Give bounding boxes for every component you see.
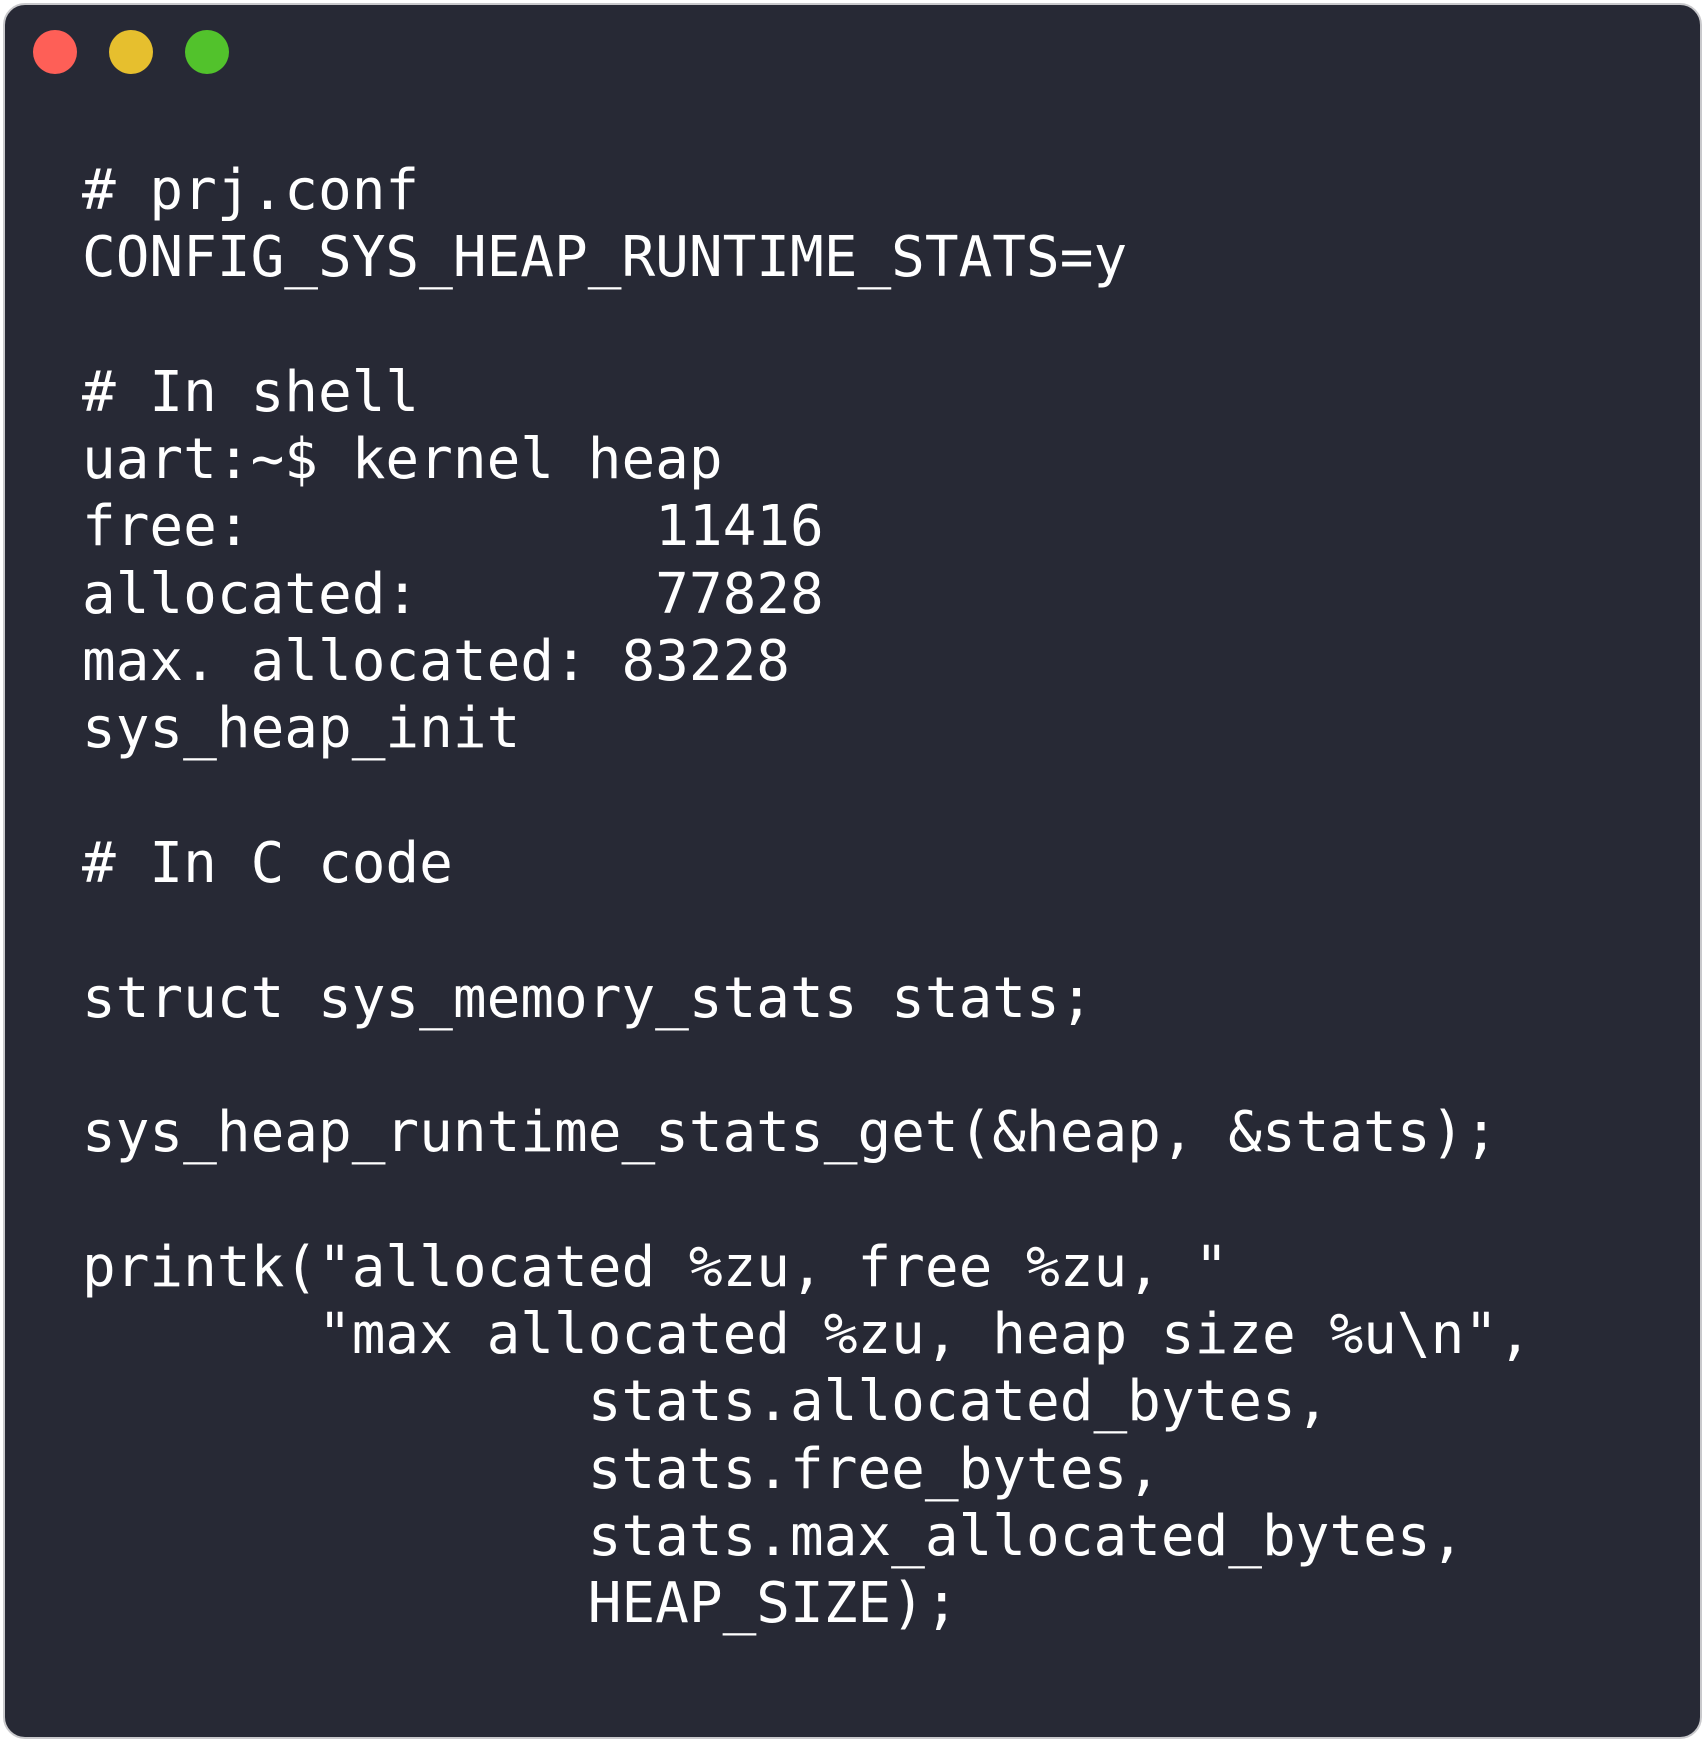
code-line: stats.free_bytes, (82, 1436, 1161, 1502)
close-dot-icon[interactable] (33, 30, 77, 74)
maximize-dot-icon[interactable] (185, 30, 229, 74)
code-line: CONFIG_SYS_HEAP_RUNTIME_STATS=y (82, 225, 1128, 291)
code-block: # prj.conf CONFIG_SYS_HEAP_RUNTIME_STATS=… (82, 157, 1532, 1638)
code-line: "max allocated %zu, heap size %u\n", (82, 1302, 1532, 1368)
code-line: # In C code (82, 830, 453, 896)
minimize-dot-icon[interactable] (109, 30, 153, 74)
code-line: stats.max_allocated_bytes, (82, 1503, 1465, 1569)
code-line: struct sys_memory_stats stats; (82, 965, 1094, 1031)
window-controls (33, 30, 229, 74)
code-line: free: 11416 (82, 494, 824, 560)
code-line: sys_heap_runtime_stats_get(&heap, &stats… (82, 1100, 1499, 1166)
code-line: # In shell (82, 359, 420, 425)
code-line: HEAP_SIZE); (82, 1571, 959, 1637)
code-line: uart:~$ kernel heap (82, 427, 723, 493)
code-line: # prj.conf (82, 158, 420, 223)
code-line: stats.allocated_bytes, (82, 1369, 1330, 1435)
code-line: printk("allocated %zu, free %zu, " (82, 1234, 1229, 1300)
code-line: sys_heap_init (82, 696, 521, 762)
code-line: max. allocated: 83228 (82, 629, 791, 695)
code-window: # prj.conf CONFIG_SYS_HEAP_RUNTIME_STATS=… (3, 3, 1702, 1739)
code-line: allocated: 77828 (82, 561, 824, 627)
